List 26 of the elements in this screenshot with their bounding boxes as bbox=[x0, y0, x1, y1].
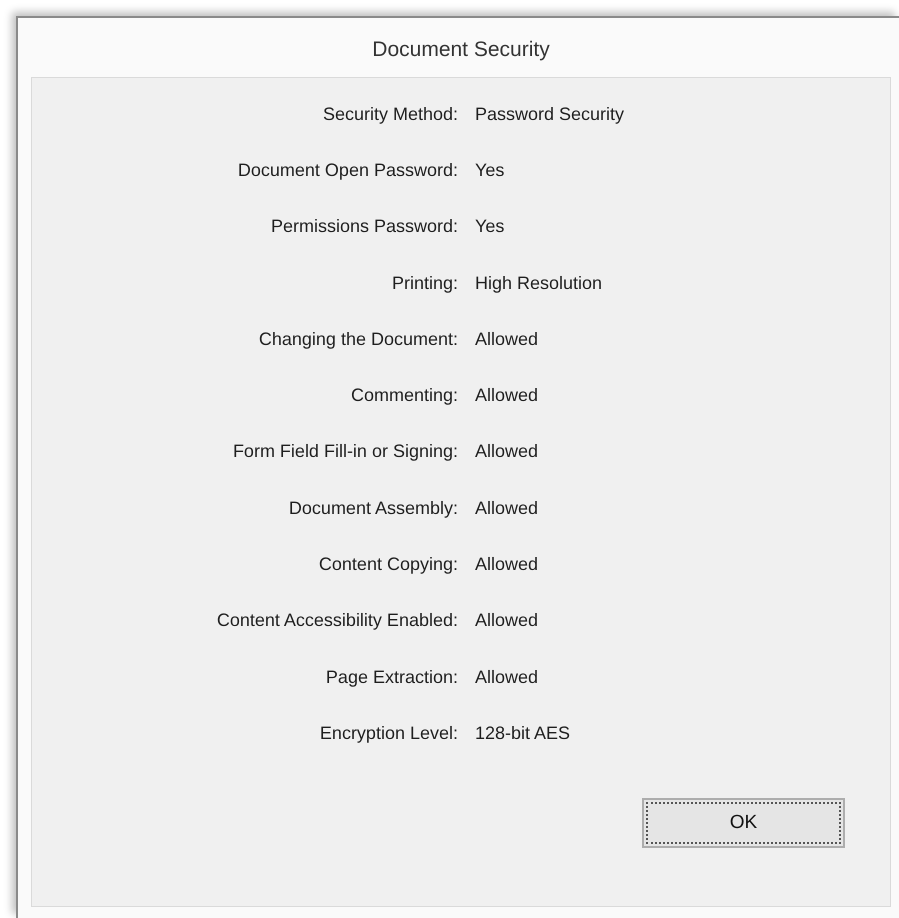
property-value: Yes bbox=[475, 216, 504, 238]
window-title: Document Security bbox=[371, 37, 551, 63]
property-value: Allowed bbox=[475, 385, 538, 406]
property-label: Content Copying: bbox=[318, 554, 458, 576]
property-value: 128-bit AES bbox=[475, 722, 570, 744]
property-value: High Resolution bbox=[475, 272, 602, 294]
property-label: Document Open Password: bbox=[236, 160, 458, 181]
property-label: Permissions Password: bbox=[270, 216, 458, 238]
property-label: Security Method: bbox=[322, 104, 458, 125]
property-value: Allowed bbox=[475, 554, 538, 576]
property-value: Allowed bbox=[475, 666, 538, 688]
property-value: Allowed bbox=[475, 498, 538, 519]
property-label: Page Extraction: bbox=[324, 666, 458, 688]
property-label: Content Accessibility Enabled: bbox=[216, 610, 458, 632]
ok-button[interactable]: OK bbox=[642, 798, 845, 848]
property-label: Form Field Fill-in or Signing: bbox=[232, 441, 458, 462]
property-label: Encryption Level: bbox=[318, 722, 458, 744]
property-label: Commenting: bbox=[350, 385, 458, 406]
property-value: Allowed bbox=[475, 328, 538, 350]
property-value: Allowed bbox=[475, 441, 538, 462]
property-value: Password Security bbox=[475, 104, 624, 125]
property-value: Yes bbox=[475, 160, 504, 181]
property-label: Printing: bbox=[390, 272, 458, 294]
property-label: Document Assembly: bbox=[288, 498, 458, 519]
property-value: Allowed bbox=[475, 610, 538, 632]
property-label: Changing the Document: bbox=[258, 328, 458, 350]
